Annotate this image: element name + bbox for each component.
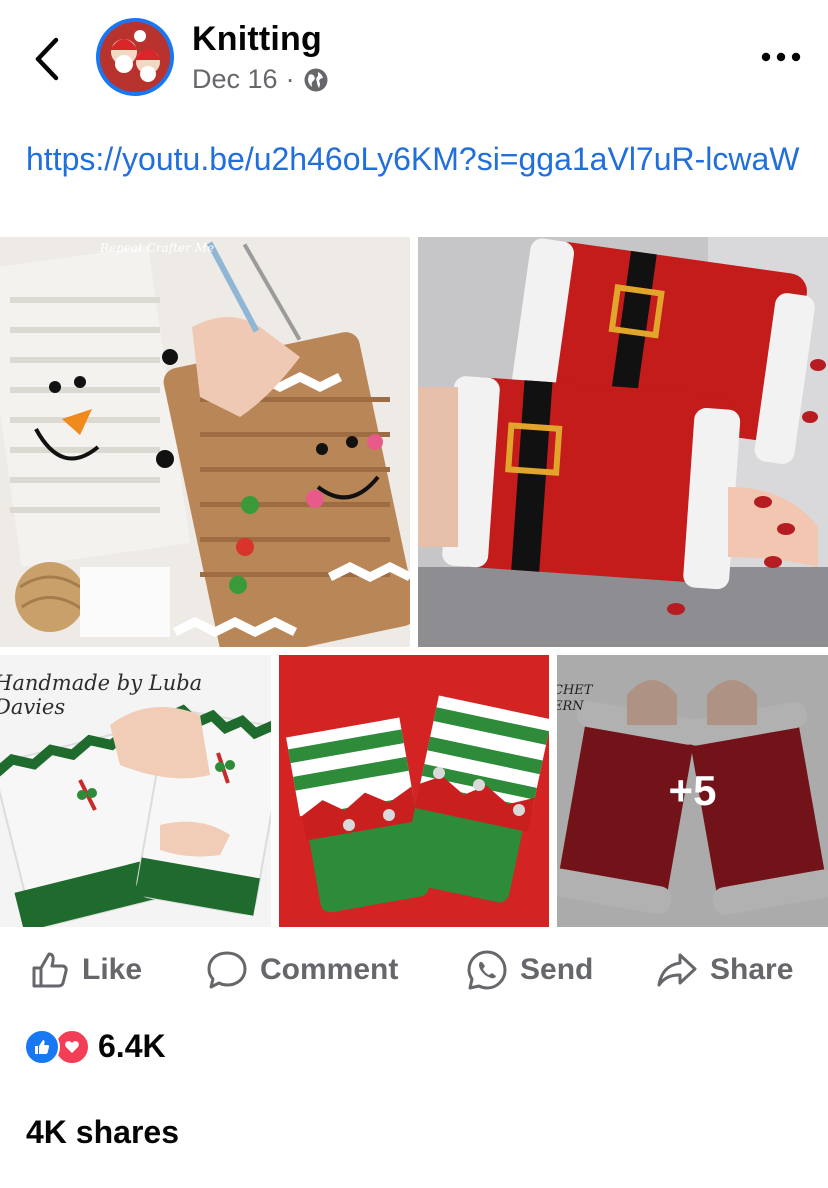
comment-icon bbox=[207, 951, 247, 989]
group-name[interactable]: Knitting bbox=[192, 20, 322, 59]
globe-icon bbox=[304, 68, 328, 91]
thumbs-up-icon bbox=[32, 952, 68, 988]
photo-3[interactable]: Handmade by Luba Davies bbox=[0, 655, 271, 927]
reactions-summary[interactable]: 6.4K bbox=[24, 1028, 166, 1065]
photo-1[interactable]: Repeat Crafter Me bbox=[0, 237, 410, 647]
group-avatar[interactable] bbox=[96, 18, 174, 96]
share-button[interactable]: Share bbox=[656, 940, 793, 1000]
photo-5[interactable]: CHET ERN +5 bbox=[557, 655, 828, 927]
post-link[interactable]: https://youtu.be/u2h46oLy6KM?si=gga1aVl7… bbox=[26, 136, 806, 182]
post-header: Knitting Dec 16 · bbox=[0, 0, 828, 110]
send-button[interactable]: Send bbox=[466, 940, 593, 1000]
action-bar: Like Comment Send Share bbox=[0, 940, 828, 1000]
more-options-icon[interactable] bbox=[758, 40, 804, 74]
meta-separator: · bbox=[285, 64, 295, 94]
comment-button[interactable]: Comment bbox=[206, 940, 398, 1000]
comment-label: Comment bbox=[260, 953, 399, 986]
post-meta: Dec 16 · bbox=[192, 64, 329, 95]
like-icon bbox=[24, 1028, 60, 1065]
shares-count[interactable]: 4K shares bbox=[26, 1114, 179, 1151]
share-label: Share bbox=[710, 953, 794, 986]
post-date[interactable]: Dec 16 bbox=[192, 64, 278, 95]
photo-2[interactable] bbox=[418, 237, 828, 647]
more-photos-count[interactable]: +5 bbox=[557, 655, 828, 927]
send-label: Send bbox=[520, 953, 594, 986]
like-label: Like bbox=[82, 953, 143, 986]
photo-4[interactable] bbox=[279, 655, 549, 927]
photo-3-watermark: Handmade by Luba Davies bbox=[0, 671, 203, 719]
share-icon bbox=[657, 953, 697, 987]
like-button[interactable]: Like bbox=[30, 940, 142, 1000]
reactions-count: 6.4K bbox=[98, 1028, 166, 1064]
back-arrow-icon[interactable] bbox=[28, 34, 68, 84]
photo-1-watermark: Repeat Crafter Me bbox=[100, 241, 215, 255]
whatsapp-icon bbox=[467, 950, 507, 990]
